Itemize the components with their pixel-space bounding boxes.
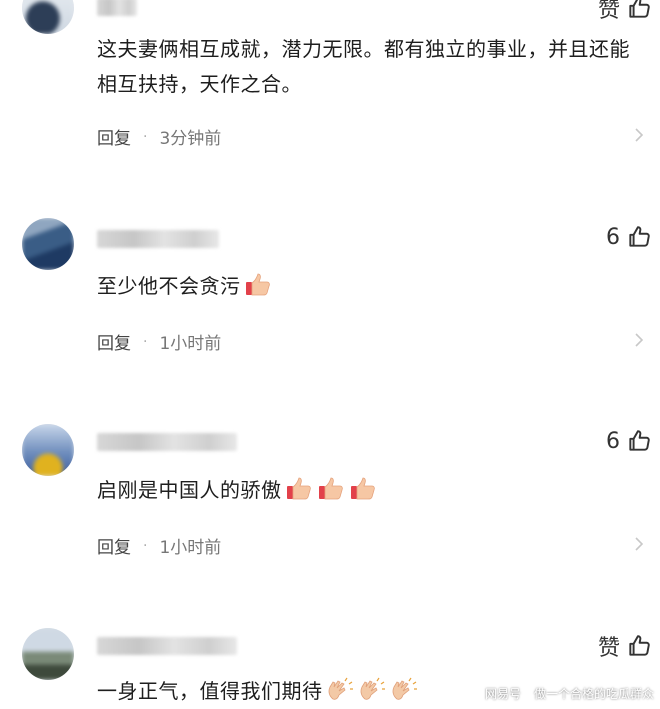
comment-item: 6 启刚是中国人的骄傲 回复 · 1小时前 (0, 390, 660, 600)
thumbs-up-emoji (318, 477, 343, 500)
comment-text-row: 启刚是中国人的骄傲 (97, 473, 378, 508)
comment-item: 赞 这夫妻俩相互成就，潜力无限。都有独立的事业，并且还能相互扶持，天作之合。 回… (0, 0, 660, 190)
thumbs-up-icon (626, 0, 652, 21)
meta-dot: · (143, 128, 148, 145)
watermark-divider (526, 687, 528, 700)
chevron-right-icon[interactable] (630, 535, 648, 553)
clapping-hands-emoji (328, 677, 353, 700)
chevron-right-icon[interactable] (630, 331, 648, 349)
comment-text: 至少他不会贪污 (97, 274, 241, 298)
avatar[interactable] (22, 218, 74, 270)
thumbs-up-emoji (245, 273, 270, 296)
comment-meta: 回复 · 3分钟前 (97, 124, 222, 150)
timestamp: 1小时前 (159, 538, 222, 558)
username[interactable] (97, 433, 237, 451)
username[interactable] (97, 230, 219, 248)
avatar[interactable] (22, 0, 74, 34)
watermark-author: 做一个合格的吃瓜群众 (533, 687, 654, 701)
chevron-right-icon[interactable] (630, 126, 648, 144)
like-button[interactable]: 赞 (598, 0, 652, 24)
like-button[interactable]: 赞 (598, 630, 652, 662)
reply-button[interactable]: 回复 (97, 124, 131, 149)
comment-meta: 回复 · 1小时前 (97, 329, 222, 355)
comment-text: 一身正气，值得我们期待 (97, 679, 323, 703)
comment-text-row: 一身正气，值得我们期待 (97, 674, 419, 709)
username[interactable] (97, 0, 137, 16)
timestamp: 1小时前 (159, 334, 222, 354)
thumbs-up-icon (626, 428, 652, 454)
like-label: 赞 (597, 636, 620, 661)
comment-meta: 回复 · 1小时前 (97, 533, 222, 559)
thumbs-up-emoji (350, 477, 375, 500)
meta-dot: · (143, 537, 148, 554)
like-count: 6 (606, 224, 620, 250)
clapping-hands-emoji (360, 677, 385, 700)
comment-text: 这夫妻俩相互成就，潜力无限。都有独立的事业，并且还能相互扶持，天作之合。 (97, 37, 630, 96)
like-count: 6 (606, 428, 620, 454)
username[interactable] (97, 637, 237, 655)
reply-button[interactable]: 回复 (97, 533, 131, 558)
meta-dot: · (143, 333, 148, 350)
thumbs-up-icon (626, 633, 652, 659)
like-button[interactable]: 6 (606, 224, 652, 250)
like-button[interactable]: 6 (606, 428, 652, 454)
like-label: 赞 (597, 0, 620, 23)
avatar[interactable] (22, 424, 74, 476)
watermark: 网易号 做一个合格的吃瓜群众 (485, 685, 654, 702)
avatar[interactable] (22, 628, 74, 680)
thumbs-up-emoji (286, 477, 311, 500)
watermark-source: 网易号 (484, 687, 521, 701)
timestamp: 3分钟前 (159, 129, 222, 149)
reply-button[interactable]: 回复 (97, 329, 131, 354)
comment-text-row: 至少他不会贪污 (97, 269, 273, 304)
clapping-hands-emoji (392, 677, 417, 700)
comment-item: 6 至少他不会贪污 回复 · 1小时前 (0, 190, 660, 390)
thumbs-up-icon (626, 224, 652, 250)
comment-text: 启刚是中国人的骄傲 (97, 478, 282, 502)
